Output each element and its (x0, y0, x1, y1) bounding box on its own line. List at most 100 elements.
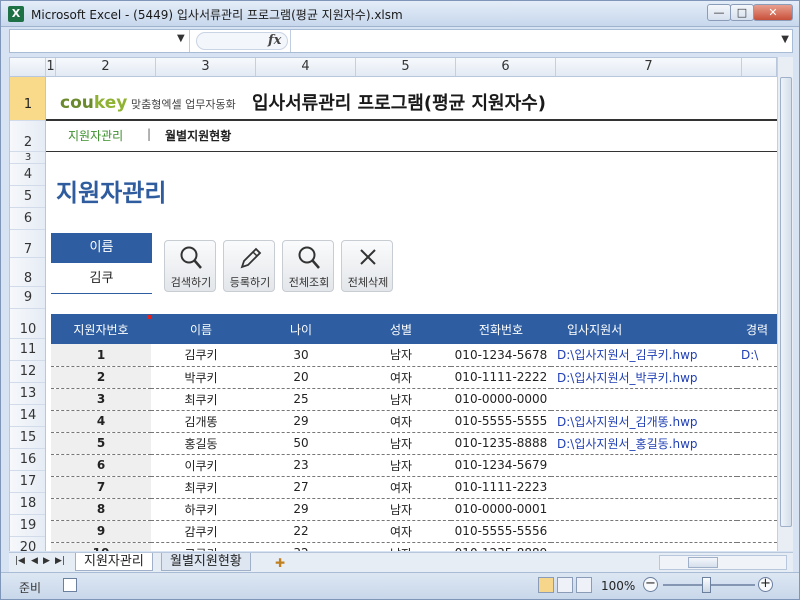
table-cell[interactable] (737, 366, 777, 389)
column-header[interactable]: 6 (456, 58, 556, 76)
chevron-down-icon[interactable]: ▼ (177, 33, 185, 44)
row-header[interactable]: 16 (10, 449, 45, 471)
vertical-scroll-thumb[interactable] (780, 77, 792, 527)
row-header[interactable]: 19 (10, 515, 45, 537)
next-sheet-icon[interactable]: ▶ (43, 556, 50, 566)
table-cell[interactable] (551, 520, 737, 543)
table-row[interactable]: 8 하쿠키 29 남자 010-0000-0001 (51, 498, 777, 521)
table-cell[interactable]: 010-5555-5556 (451, 520, 551, 543)
table-cell[interactable]: 여자 (351, 476, 451, 499)
page-break-view-icon[interactable] (576, 577, 592, 593)
last-sheet-icon[interactable]: ▶| (55, 556, 65, 566)
table-cell[interactable]: 여자 (351, 366, 451, 389)
table-cell[interactable]: 27 (251, 476, 351, 499)
table-row[interactable]: 7 최쿠키 27 여자 010-1111-2223 (51, 476, 777, 499)
row-header[interactable]: 6 (10, 208, 45, 230)
table-cell[interactable]: 4 (51, 410, 151, 433)
table-cell[interactable]: 010-1235-8889 (451, 542, 551, 551)
table-cell[interactable]: 남자 (351, 454, 451, 477)
formula-input[interactable] (290, 30, 778, 52)
table-cell[interactable]: D:\입사지원서_홍길동.hwp (551, 432, 737, 455)
minimize-button[interactable]: — (707, 4, 731, 21)
table-cell[interactable]: 010-1235-8888 (451, 432, 551, 455)
delete-all-button[interactable]: 전체삭제 (341, 240, 393, 292)
table-cell[interactable]: 최쿠키 (151, 388, 251, 411)
insert-sheet-icon[interactable]: ✚ (267, 555, 293, 573)
insert-function-icon[interactable]: fx (268, 33, 281, 48)
table-cell[interactable] (737, 520, 777, 543)
table-cell[interactable] (737, 454, 777, 477)
table-cell[interactable]: 1 (51, 344, 151, 367)
column-header[interactable]: 3 (156, 58, 256, 76)
table-cell[interactable]: D:\ (737, 344, 777, 367)
table-cell[interactable]: 2 (51, 366, 151, 389)
table-cell[interactable]: D:\입사지원서_김개똥.hwp (551, 410, 737, 433)
table-cell[interactable] (737, 410, 777, 433)
select-all-corner[interactable] (10, 58, 46, 76)
table-cell[interactable]: D:\입사지원서_박쿠키.hwp (551, 366, 737, 389)
column-header[interactable]: 7 (556, 58, 742, 76)
table-cell[interactable]: 박쿠키 (151, 366, 251, 389)
table-cell[interactable]: 김쿠키 (151, 344, 251, 367)
table-cell[interactable]: 010-1234-5678 (451, 344, 551, 367)
table-cell[interactable]: 010-0000-0001 (451, 498, 551, 521)
table-cell[interactable] (551, 498, 737, 521)
tab-monthly-status[interactable]: 월별지원현황 (161, 553, 251, 571)
zoom-slider-thumb[interactable] (702, 577, 711, 593)
table-cell[interactable]: D:\입사지원서_김쿠키.hwp (551, 344, 737, 367)
table-row[interactable]: 10고쿠키32남자010-1235-8889 (51, 542, 777, 551)
name-box[interactable]: ▼ (10, 30, 190, 52)
nav-monthly-status[interactable]: 월별지원현황 (165, 127, 231, 144)
table-cell[interactable]: 29 (251, 410, 351, 433)
table-row[interactable]: 9 감쿠키 22 여자 010-5555-5556 (51, 520, 777, 543)
first-sheet-icon[interactable]: |◀ (15, 556, 25, 566)
table-cell[interactable]: 010-1111-2223 (451, 476, 551, 499)
table-cell[interactable] (551, 454, 737, 477)
column-header[interactable]: 4 (256, 58, 356, 76)
page-layout-view-icon[interactable] (557, 577, 573, 593)
table-cell[interactable]: 23 (251, 454, 351, 477)
close-button[interactable]: ✕ (753, 4, 793, 21)
horizontal-scrollbar[interactable] (659, 555, 787, 570)
row-header[interactable]: 18 (10, 493, 45, 515)
table-cell[interactable] (551, 476, 737, 499)
table-cell[interactable]: 남자 (351, 542, 451, 551)
expand-formula-icon[interactable]: ▼ (781, 34, 789, 45)
row-header[interactable]: 1 (10, 77, 45, 121)
horizontal-scroll-thumb[interactable] (688, 557, 718, 568)
table-row[interactable]: 2 박쿠키 20 여자 010-1111-2222 D:\입사지원서_박쿠키.hwp (51, 366, 777, 389)
table-row[interactable]: 5 홍길동 50 남자 010-1235-8888 D:\입사지원서_홍길동.hwp (51, 432, 777, 455)
table-cell[interactable]: 010-1111-2222 (451, 366, 551, 389)
table-cell[interactable]: 50 (251, 432, 351, 455)
row-header[interactable]: 4 (10, 164, 45, 186)
table-cell[interactable]: 30 (251, 344, 351, 367)
table-row[interactable]: 6 이쿠키 23 남자 010-1234-5679 (51, 454, 777, 477)
table-row[interactable]: 1 김쿠키 30 남자 010-1234-5678 D:\입사지원서_김쿠키.hwp D:\ (51, 344, 777, 367)
table-cell[interactable]: 32 (251, 542, 351, 551)
table-cell[interactable]: 29 (251, 498, 351, 521)
row-header[interactable]: 15 (10, 427, 45, 449)
list-all-button[interactable]: 전체조회 (282, 240, 334, 292)
table-cell[interactable]: 홍길동 (151, 432, 251, 455)
table-cell[interactable] (737, 542, 777, 551)
table-cell[interactable]: 25 (251, 388, 351, 411)
row-header[interactable]: 12 (10, 361, 45, 383)
macro-record-icon[interactable] (63, 578, 77, 592)
table-cell[interactable]: 6 (51, 454, 151, 477)
table-cell[interactable]: 010-1234-5679 (451, 454, 551, 477)
search-button[interactable]: 검색하기 (164, 240, 216, 292)
table-row[interactable]: 3 최쿠키 25 남자 010-0000-0000 (51, 388, 777, 411)
nav-applicant-management[interactable]: 지원자관리 (68, 127, 123, 144)
excel-app-icon[interactable]: X (8, 6, 24, 22)
table-cell[interactable]: 7 (51, 476, 151, 499)
table-cell[interactable]: 010-5555-5555 (451, 410, 551, 433)
table-cell[interactable]: 남자 (351, 432, 451, 455)
row-header[interactable]: 9 (10, 287, 45, 309)
row-header[interactable]: 2 (10, 121, 45, 152)
table-cell[interactable] (551, 542, 737, 551)
search-name-input[interactable]: 김쿠 (51, 264, 152, 294)
table-cell[interactable]: 남자 (351, 388, 451, 411)
table-cell[interactable] (737, 498, 777, 521)
table-cell[interactable]: 김개똥 (151, 410, 251, 433)
table-cell[interactable]: 남자 (351, 344, 451, 367)
